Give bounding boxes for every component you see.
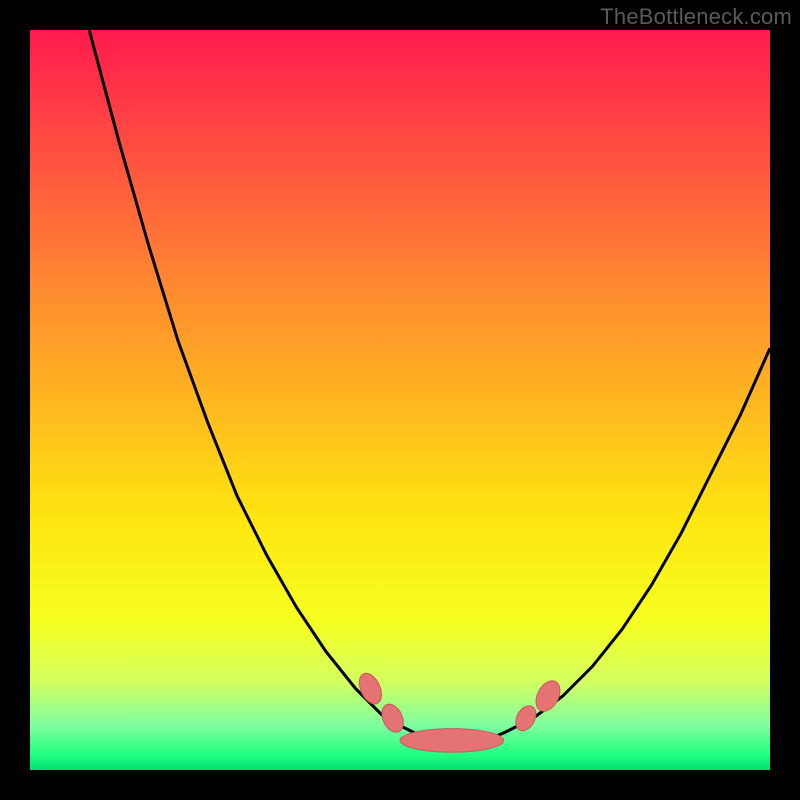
chart-svg xyxy=(30,30,770,770)
marker-left-lower xyxy=(378,701,408,736)
bottleneck-curve xyxy=(89,30,770,740)
watermark-text: TheBottleneck.com xyxy=(600,4,792,30)
marker-right-lower xyxy=(512,702,540,734)
marker-right-upper xyxy=(531,677,565,716)
marker-left-upper xyxy=(355,670,386,708)
chart-frame: TheBottleneck.com xyxy=(0,0,800,800)
plot-area xyxy=(30,30,770,770)
marker-group xyxy=(355,670,565,752)
marker-valley-blob xyxy=(400,729,504,753)
